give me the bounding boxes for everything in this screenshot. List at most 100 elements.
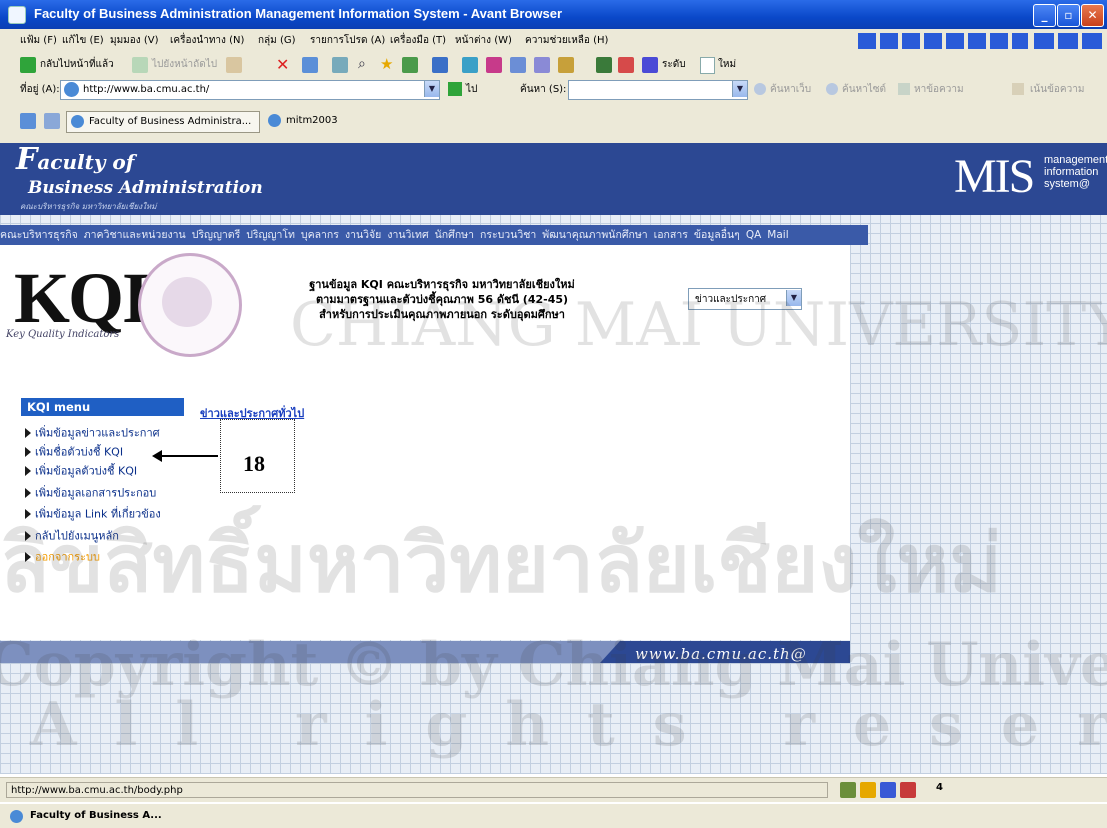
nav-item-staff[interactable]: บุคลากร <box>301 229 345 241</box>
menu-item-label: เพิ่มข้อมูลข่าวและประกาศ <box>35 426 160 440</box>
tab-list-icon[interactable] <box>20 113 36 129</box>
minimize-button[interactable]: _ <box>1033 4 1056 27</box>
faculty-logo-thai: คณะบริหารธุรกิจ มหาวิทยาลัยเชียงใหม่ <box>20 202 157 211</box>
menu-view[interactable]: มุมมอง (V) <box>110 29 159 53</box>
favorites-star-icon[interactable]: ★ <box>380 55 393 73</box>
tab-group-icon[interactable] <box>44 113 60 129</box>
search-dropdown-icon[interactable]: ▼ <box>732 81 747 97</box>
status-icon-3[interactable] <box>880 782 896 798</box>
nav-item-other[interactable]: ข้อมูลอื่นๆ <box>694 229 746 241</box>
sync-button[interactable]: ระดับ <box>662 54 686 76</box>
window-icon[interactable] <box>432 57 448 73</box>
block-popup-icon[interactable] <box>618 57 634 73</box>
menu-item-label: กลับไปยังเมนูหลัก <box>35 529 119 543</box>
menu-favorites[interactable]: รายการโปรด (A) <box>310 29 385 53</box>
bullet-arrow-icon <box>25 552 31 562</box>
ie-taskbar-icon <box>10 810 23 823</box>
address-input[interactable]: http://www.ba.cmu.ac.th/ ▼ <box>60 80 440 100</box>
faculty-logo-line1: Faculty of <box>16 142 135 177</box>
history-icon[interactable] <box>402 57 418 73</box>
menu-item-main-menu[interactable]: กลับไปยังเมนูหลัก <box>21 526 191 545</box>
nav-item-documents[interactable]: เอกสาร <box>654 229 694 241</box>
menu-item-label: เพิ่มข้อมูลเอกสารประกอบ <box>35 486 157 500</box>
tab-bar: Faculty of Business Administra... mitm20… <box>0 103 1107 144</box>
maximize-button[interactable]: ▫ <box>1057 4 1080 27</box>
nav-item-departments[interactable]: ภาควิชาและหน่วยงาน <box>84 229 192 241</box>
menu-item-add-links[interactable]: เพิ่มข้อมูล Link ที่เกี่ยวข้อง <box>21 504 191 523</box>
menu-item-add-news[interactable]: เพิ่มข้อมูลข่าวและประกาศ <box>21 423 191 442</box>
kqi-heading-line2: ตามมาตรฐานและตัวบ่งชี้คุณภาพ 56 ดัชนี (4… <box>315 293 569 306</box>
new-page-icon[interactable] <box>700 57 715 74</box>
home-icon[interactable] <box>226 57 242 73</box>
menu-edit[interactable]: แก้ไข (E) <box>62 29 104 53</box>
menu-item-add-documents[interactable]: เพิ่มข้อมูลเอกสารประกอบ <box>21 483 191 502</box>
back-button[interactable]: กลับไปหน้าที่แล้ว <box>40 54 114 76</box>
search-input[interactable]: ▼ <box>568 80 748 100</box>
nav-item-research[interactable]: งานวิจัย <box>345 229 387 241</box>
nav-item-master[interactable]: ปริญญาโท <box>246 229 301 241</box>
stop-icon[interactable]: ✕ <box>276 55 289 74</box>
image-icon[interactable] <box>596 57 612 73</box>
nav-item-students[interactable]: นักศึกษา <box>435 229 480 241</box>
mail-icon[interactable] <box>510 57 526 73</box>
tab-control-icons[interactable] <box>858 33 1028 49</box>
nav-item-international[interactable]: งานวิเทศ <box>387 229 434 241</box>
menu-item-add-kqi-data[interactable]: เพิ่มข้อมูลตัวบ่งชี้ KQI <box>21 461 191 480</box>
nav-item-courses[interactable]: กระบวนวิชา <box>480 229 542 241</box>
translate-icon[interactable] <box>486 57 502 73</box>
menu-group[interactable]: กลุ่ม (G) <box>258 29 296 53</box>
search-site-button[interactable]: ค้นหาไซต์ <box>842 79 886 101</box>
annotation-number: 18 <box>243 451 265 476</box>
nav-item-student-development[interactable]: พัฒนาคุณภาพนักศึกษา <box>542 229 653 241</box>
tools-icon[interactable] <box>558 57 574 73</box>
menu-item-logout[interactable]: ออกจากระบบ <box>21 547 191 566</box>
mis-sub-line1: management <box>1044 154 1107 166</box>
nav-item-mail[interactable]: Mail <box>767 229 794 241</box>
chevron-down-icon[interactable]: ▼ <box>786 290 801 306</box>
forward-icon[interactable] <box>132 57 148 73</box>
go-icon[interactable] <box>448 82 462 96</box>
go-button[interactable]: ไป <box>466 79 477 101</box>
taskbar-window-button[interactable]: Faculty of Business A... <box>6 807 196 825</box>
menu-tools[interactable]: เครื่องมือ (T) <box>390 29 446 53</box>
sync-icon[interactable] <box>642 57 658 73</box>
search-site-icon[interactable] <box>826 83 838 95</box>
home-page-icon[interactable] <box>332 57 348 73</box>
menu-help[interactable]: ความช่วยเหลือ (H) <box>525 29 608 53</box>
kqi-heading: ฐานข้อมูล KQI คณะบริหารธุรกิจ มหาวิทยาลั… <box>252 277 632 322</box>
search-web-icon[interactable] <box>754 83 766 95</box>
status-icon-2[interactable] <box>860 782 876 798</box>
address-dropdown-icon[interactable]: ▼ <box>424 81 439 97</box>
forward-button[interactable]: ไปยังหน้าถัดไป <box>152 54 217 76</box>
tab-mitm2003[interactable]: mitm2003 <box>264 111 356 131</box>
group-icon[interactable] <box>462 57 478 73</box>
browser-app-icon[interactable] <box>8 6 26 24</box>
elephant-emblem-icon <box>162 277 212 327</box>
new-button[interactable]: ใหม่ <box>718 54 736 76</box>
highlight-icon[interactable] <box>1012 83 1024 95</box>
news-category-select[interactable]: ข่าวและประกาศ ▼ <box>688 288 802 310</box>
print-icon[interactable] <box>534 57 550 73</box>
search-icon[interactable]: ⌕ <box>358 56 366 72</box>
refresh-icon[interactable] <box>302 57 318 73</box>
back-icon[interactable] <box>20 57 36 73</box>
find-text-icon[interactable] <box>898 83 910 95</box>
tab-current[interactable]: Faculty of Business Administra... <box>66 111 260 133</box>
search-web-button[interactable]: ค้นหาเว็บ <box>770 79 811 101</box>
menu-window[interactable]: หน้าต่าง (W) <box>455 29 512 53</box>
mis-subtitle: management information system@ <box>1044 154 1107 190</box>
menu-item-add-kqi-name[interactable]: เพิ่มชื่อตัวบ่งชี้ KQI <box>21 442 191 461</box>
menu-item-label: เพิ่มชื่อตัวบ่งชี้ KQI <box>35 445 124 459</box>
menu-navigate[interactable]: เครื่องนำทาง (N) <box>170 29 244 53</box>
find-text-button[interactable]: หาข้อความ <box>914 79 964 101</box>
status-icon-4[interactable] <box>900 782 916 798</box>
highlight-button[interactable]: เน้นข้อความ <box>1030 79 1084 101</box>
nav-item-qa[interactable]: QA <box>746 229 767 241</box>
mdi-window-buttons[interactable] <box>1034 33 1102 49</box>
status-icon-1[interactable] <box>840 782 856 798</box>
tab-label: Faculty of Business Administra... <box>89 116 252 127</box>
close-button[interactable]: ✕ <box>1081 4 1104 27</box>
menu-file[interactable]: แฟ้ม (F) <box>20 29 57 53</box>
nav-item-faculty[interactable]: คณะบริหารธุรกิจ <box>0 229 84 241</box>
nav-item-bachelor[interactable]: ปริญญาตรี <box>192 229 247 241</box>
